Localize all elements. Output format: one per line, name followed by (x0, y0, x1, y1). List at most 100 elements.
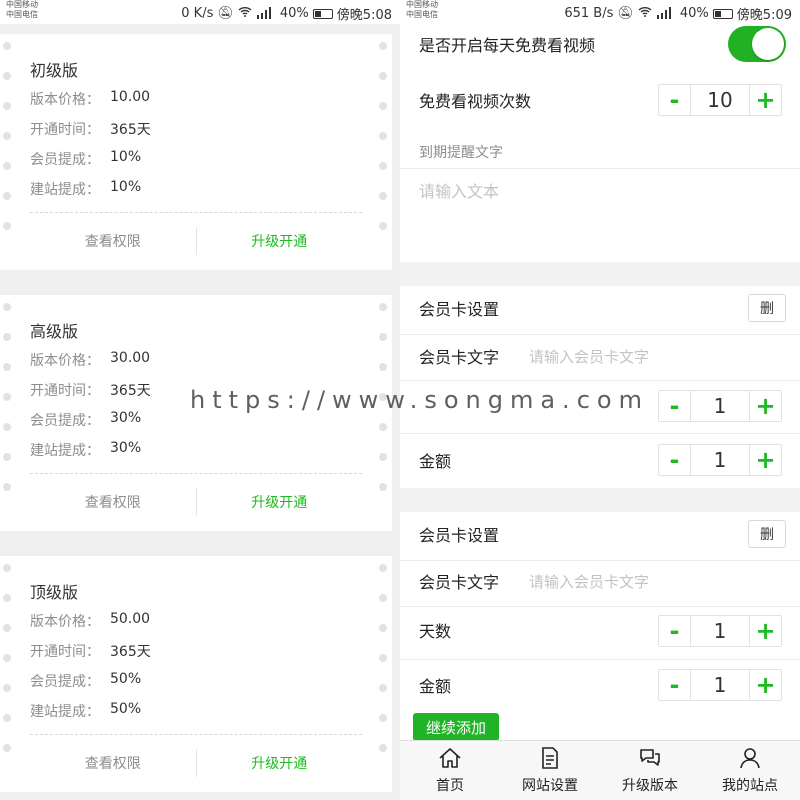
increment-button[interactable]: + (749, 670, 781, 700)
free-video-toggle-label: 是否开启每天免费看视频 (419, 36, 596, 55)
divider (400, 659, 800, 660)
network-speed: 0 K/s (181, 6, 214, 21)
free-video-toggle[interactable] (728, 26, 786, 62)
stepper-value[interactable]: 10 (691, 85, 749, 115)
carrier-2: 中国电信 (6, 10, 38, 19)
row-label: 开通时间： (30, 644, 100, 660)
section-gap (400, 488, 800, 512)
chat-icon (638, 747, 662, 775)
card-setting-header: 会员卡设置 (400, 516, 800, 552)
upgrade-button[interactable]: 升级开通 (197, 753, 393, 773)
increment-button[interactable]: + (749, 445, 781, 475)
decrement-button[interactable]: - (659, 670, 691, 700)
increment-button[interactable]: + (749, 85, 781, 115)
decrement-button[interactable]: - (659, 616, 691, 646)
document-icon (538, 747, 562, 775)
battery-icon (312, 8, 333, 19)
tab-my-site[interactable]: 我的站点 (700, 741, 800, 800)
row-value: 30% (110, 410, 142, 426)
version-card-top: 顶级版 版本价格： 50.00 开通时间： 365天 会员提成： 50% 建站提成： 5… (0, 556, 392, 792)
battery-percent: 40% (279, 6, 309, 21)
home-icon (438, 747, 462, 775)
mute-icon: 🔕︎ (217, 6, 234, 21)
upgrade-button[interactable]: 升级开通 (197, 492, 393, 512)
clock: 傍晚5:09 (736, 8, 792, 23)
version-card-basic: 初级版 版本价格： 10.00 开通时间： 365天 会员提成： 10% 建站提成： 1… (0, 34, 392, 270)
row-value: 50.00 (110, 611, 151, 627)
dashed-divider (30, 473, 362, 474)
card-days-stepper: - 1 + (658, 390, 782, 422)
price-row: 版本价格： 30.00 (30, 350, 150, 370)
carrier-info: 中国移动 中国电信 (6, 0, 38, 20)
card-text-input[interactable]: 请输入会员卡文字 (529, 571, 649, 592)
decrement-button[interactable]: - (659, 85, 691, 115)
tab-label: 升级版本 (622, 778, 678, 794)
delete-card-button[interactable]: 删 (748, 520, 786, 548)
bottom-tab-bar: 首页 网站设置 升级版本 我的站点 (400, 740, 800, 800)
row-value: 365天 (110, 122, 151, 138)
status-indicators: 0 K/s 🔕︎ 40% 傍晚5:08 (181, 4, 392, 23)
duration-row: 开通时间： 365天 (30, 119, 151, 139)
card-amount-stepper: - 1 + (658, 669, 782, 701)
tab-label: 网站设置 (522, 778, 578, 794)
carrier-1: 中国移动 (6, 0, 38, 9)
increment-button[interactable]: + (749, 391, 781, 421)
decrement-button[interactable]: - (659, 445, 691, 475)
row-value: 10% (110, 149, 142, 165)
stepper-value[interactable]: 1 (691, 391, 749, 421)
row-value: 365天 (110, 644, 151, 660)
row-value: 365天 (110, 383, 151, 399)
view-permissions-button[interactable]: 查看权限 (0, 492, 196, 512)
row-label: 版本价格： (30, 614, 100, 630)
card-amount-stepper: - 1 + (658, 444, 782, 476)
price-row: 版本价格： 10.00 (30, 89, 150, 109)
status-bar: 中国移动 中国电信 651 B/s 🔕︎ 40% 傍晚5:09 (400, 0, 800, 24)
card-setting-title: 会员卡设置 (419, 300, 500, 319)
delete-card-button[interactable]: 删 (748, 294, 786, 322)
divider (400, 380, 800, 381)
carrier-1: 中国移动 (406, 0, 438, 9)
row-value: 30.00 (110, 350, 151, 366)
wifi-icon (638, 6, 652, 21)
view-permissions-button[interactable]: 查看权限 (0, 231, 196, 251)
battery-percent: 40% (679, 6, 709, 21)
card-text-input[interactable]: 请输入会员卡文字 (529, 346, 649, 367)
card-actions: 查看权限 升级开通 (0, 220, 392, 262)
row-value: 50% (110, 671, 142, 687)
divider (400, 334, 800, 335)
free-video-count-label: 免费看视频次数 (419, 92, 532, 111)
status-bar: 中国移动 中国电信 0 K/s 🔕︎ 40% 傍晚5:08 (0, 0, 400, 24)
card-text-row: 会员卡文字 请输入会员卡文字 (400, 563, 800, 599)
card-text-label: 会员卡文字 (419, 573, 500, 592)
view-permissions-button[interactable]: 查看权限 (0, 753, 196, 773)
stepper-value[interactable]: 1 (691, 616, 749, 646)
upgrade-button[interactable]: 升级开通 (197, 231, 393, 251)
row-label: 开通时间： (30, 122, 100, 138)
card-text-row: 会员卡文字 请输入会员卡文字 (400, 338, 800, 374)
battery-icon (712, 8, 733, 19)
row-label: 版本价格： (30, 92, 100, 108)
carrier-2: 中国电信 (406, 10, 438, 19)
price-row: 版本价格： 50.00 (30, 611, 150, 631)
expire-text-input[interactable]: 请输入文本 (419, 178, 786, 248)
watermark-text: https://www.songma.com (190, 386, 649, 414)
section-gap (400, 262, 800, 286)
card-actions: 查看权限 升级开通 (0, 481, 392, 523)
stepper-value[interactable]: 1 (691, 445, 749, 475)
network-speed: 651 B/s (564, 6, 614, 21)
add-more-button[interactable]: 继续添加 (413, 713, 499, 741)
row-label: 开通时间： (30, 383, 100, 399)
card-days-label: 天数 (419, 622, 452, 641)
dashed-divider (30, 734, 362, 735)
member-commission-row: 会员提成： 10% (30, 149, 141, 169)
increment-button[interactable]: + (749, 616, 781, 646)
tab-upgrade[interactable]: 升级版本 (600, 741, 700, 800)
mute-icon: 🔕︎ (617, 6, 634, 21)
tab-site-settings[interactable]: 网站设置 (500, 741, 600, 800)
card-title: 顶级版 (30, 583, 79, 602)
row-label: 会员提成： (30, 413, 100, 429)
tab-home[interactable]: 首页 (400, 741, 500, 800)
decrement-button[interactable]: - (659, 391, 691, 421)
stepper-value[interactable]: 1 (691, 670, 749, 700)
row-value: 50% (110, 701, 142, 717)
